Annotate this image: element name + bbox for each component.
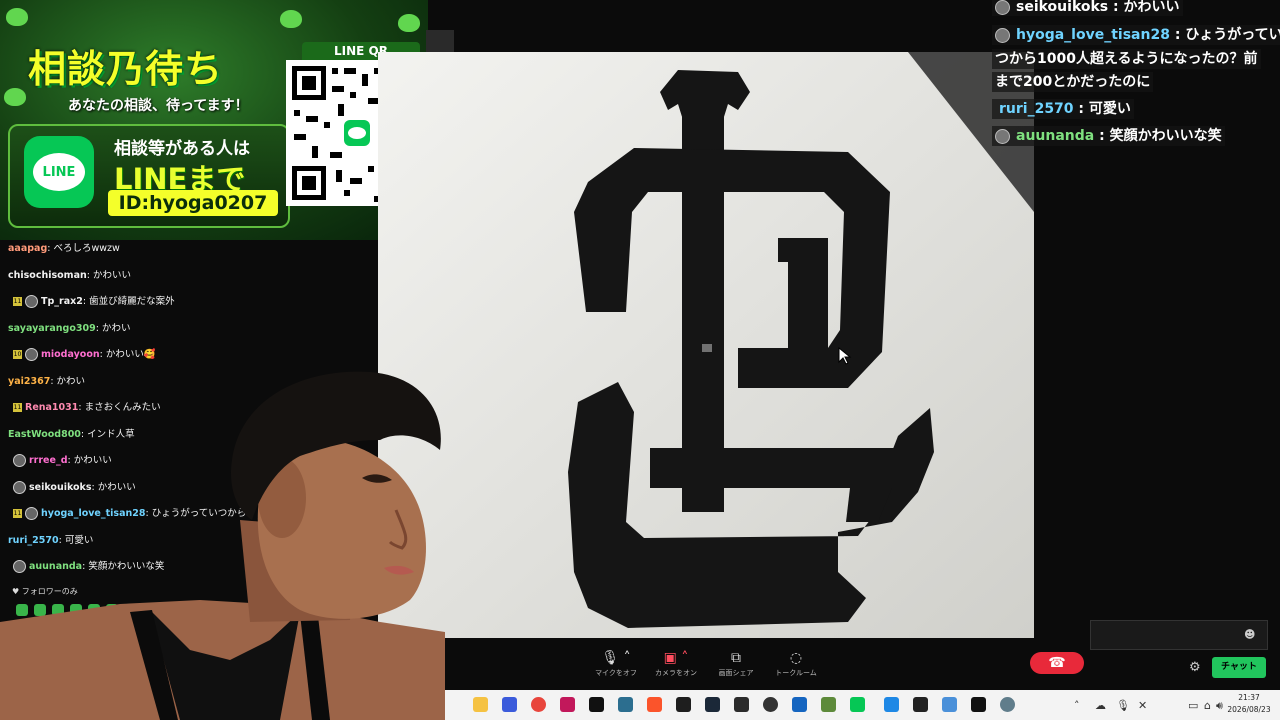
share-label: 画面シェア bbox=[718, 669, 754, 677]
chrome-icon[interactable] bbox=[531, 697, 546, 712]
emoji-icon[interactable]: ☻ bbox=[1244, 628, 1255, 641]
overlay-chat-message: auunanda : 笑顔かわいいな笑 bbox=[992, 126, 1225, 146]
chat-text: かわいい bbox=[92, 270, 131, 281]
chat-text: ひょうがってい bbox=[1185, 27, 1280, 43]
mic-icon: 🎙︎ ˄ bbox=[601, 650, 631, 666]
talkroom-label: トークルーム bbox=[775, 669, 817, 677]
mic-button[interactable]: 🎙︎ ˄ マイクをオフ bbox=[591, 650, 641, 678]
camera-label: カメラをオン bbox=[655, 669, 697, 677]
chat-text: かわいい🥰 bbox=[105, 349, 156, 360]
subscriber-badge: 11 bbox=[13, 297, 22, 306]
chat-username: Tp_rax2 bbox=[41, 296, 83, 307]
overlay-chat-message: ruri_2570 : 可愛い bbox=[992, 99, 1134, 119]
app-icon[interactable] bbox=[618, 697, 633, 712]
screen-share-icon: ⧉ bbox=[731, 650, 741, 666]
app-icon[interactable] bbox=[942, 697, 957, 712]
network-icon[interactable]: ⌂ bbox=[1204, 699, 1211, 712]
streamer-webcam bbox=[0, 371, 445, 720]
brave-icon[interactable] bbox=[647, 697, 662, 712]
clock-time: 21:37 bbox=[1238, 693, 1260, 702]
line-id: ID:hyoga0207 bbox=[108, 190, 278, 216]
hangup-button[interactable]: ☎ bbox=[1030, 652, 1084, 674]
minecraft-icon[interactable] bbox=[821, 697, 836, 712]
chat-text: かわいい bbox=[1123, 0, 1180, 15]
line-promo-banner: 相談乃待ち あなたの相談、待ってます！ LINE 相談等がある人は LINEまで… bbox=[0, 0, 428, 240]
overlay-chat-continuation: まで200とかだったのに bbox=[992, 72, 1154, 92]
webcam-overlay bbox=[0, 360, 445, 720]
chat-username: aaapag bbox=[8, 243, 48, 254]
chat-message: aaapag: べろしろwwzw bbox=[8, 243, 120, 254]
overlay-chat-message: seikouikoks : かわいい bbox=[992, 0, 1183, 16]
mic-label: マイクをオフ bbox=[595, 669, 637, 677]
chat-message: sayayarango309: かわい bbox=[8, 323, 131, 334]
overlay-chat-continuation: つから1000人超えるようになったの？前 bbox=[992, 49, 1261, 69]
chat-username: seikouikoks bbox=[1016, 0, 1109, 15]
obs-icon[interactable] bbox=[763, 697, 778, 712]
video-feed bbox=[378, 52, 1034, 638]
line-logo-text: LINE bbox=[33, 153, 85, 191]
user-avatar bbox=[995, 0, 1010, 15]
line-card: LINE 相談等がある人は LINEまで ID:hyoga0207 bbox=[8, 124, 290, 228]
gear-icon[interactable]: ⚙ bbox=[1189, 660, 1201, 675]
subscriber-badge: 10 bbox=[13, 350, 22, 359]
chat-text: 歯並び綺麗だな案外 bbox=[89, 296, 175, 307]
app-icon[interactable] bbox=[792, 697, 807, 712]
chat-text: 可愛い bbox=[1088, 101, 1131, 117]
user-avatar bbox=[995, 128, 1010, 144]
terminal-icon[interactable] bbox=[676, 697, 691, 712]
display-icon[interactable]: ▭ bbox=[1188, 699, 1198, 712]
banner-title: 相談乃待ち bbox=[28, 47, 224, 91]
chat-send-button[interactable]: チャット bbox=[1212, 657, 1266, 678]
slime-decoration bbox=[280, 10, 302, 28]
chevron-up-icon[interactable]: ˄ bbox=[1074, 699, 1080, 712]
mic-tray-icon[interactable]: 🎙︎ bbox=[1116, 699, 1130, 712]
talkroom-button[interactable]: ◌ トークルーム bbox=[771, 650, 821, 678]
app-icon[interactable] bbox=[734, 697, 749, 712]
chat-username: hyoga_love_tisan28 bbox=[1016, 27, 1170, 43]
chat-username: miodayoon bbox=[41, 349, 100, 360]
tiktok-icon[interactable] bbox=[589, 697, 604, 712]
file-explorer-icon[interactable] bbox=[473, 697, 488, 712]
app-icon[interactable] bbox=[884, 697, 899, 712]
camera-button[interactable]: ▣ ˄ カメラをオン bbox=[651, 650, 701, 678]
clock-date: 2026/08/23 bbox=[1227, 705, 1271, 714]
app-icon[interactable] bbox=[560, 697, 575, 712]
chat-bubble-icon: ◌ bbox=[789, 650, 803, 666]
slime-decoration bbox=[6, 8, 28, 26]
settings-icon[interactable] bbox=[1000, 697, 1015, 712]
chat-text: かわい bbox=[101, 323, 131, 334]
steam-icon[interactable] bbox=[705, 697, 720, 712]
cloud-icon[interactable]: ☁ bbox=[1095, 699, 1106, 712]
user-avatar bbox=[995, 27, 1010, 43]
chat-username: sayayarango309 bbox=[8, 323, 96, 334]
camera-off-icon: ▣ ˄ bbox=[663, 650, 689, 666]
slime-decoration bbox=[4, 88, 26, 106]
chat-message: chisochisoman: かわいい bbox=[8, 270, 131, 281]
screen-share-button[interactable]: ⧉ 画面シェア bbox=[711, 650, 761, 678]
chat-text: べろしろwwzw bbox=[53, 243, 120, 254]
overlay-chat-message: hyoga_love_tisan28 : ひょうがってい bbox=[992, 25, 1280, 45]
line-logo-icon: LINE bbox=[24, 136, 94, 208]
chat-message: 11 Tp_rax2: 歯並び綺麗だな案外 bbox=[13, 295, 175, 308]
chat-message: 10 miodayoon: かわいい🥰 bbox=[13, 348, 156, 361]
embroidered-logo bbox=[378, 52, 1034, 638]
phone-hangup-icon: ☎ bbox=[1048, 655, 1066, 671]
chat-text: 笑顔かわいいな笑 bbox=[1109, 128, 1222, 144]
banner-subtitle: あなたの相談、待ってます！ bbox=[68, 98, 249, 114]
close-icon[interactable]: ✕ bbox=[1138, 699, 1147, 712]
chat-input[interactable] bbox=[1090, 620, 1268, 650]
line-app-icon[interactable] bbox=[850, 697, 865, 712]
user-avatar bbox=[25, 295, 38, 308]
chat-username: chisochisoman bbox=[8, 270, 87, 281]
app-icon[interactable] bbox=[502, 697, 517, 712]
chat-username: ruri_2570 bbox=[999, 101, 1074, 117]
slime-decoration bbox=[398, 14, 420, 32]
chat-username: auunanda bbox=[1016, 128, 1095, 144]
app-icon[interactable] bbox=[971, 697, 986, 712]
taskbar-clock[interactable]: 21:37 2026/08/23 bbox=[1222, 692, 1276, 716]
unreal-icon[interactable] bbox=[913, 697, 928, 712]
